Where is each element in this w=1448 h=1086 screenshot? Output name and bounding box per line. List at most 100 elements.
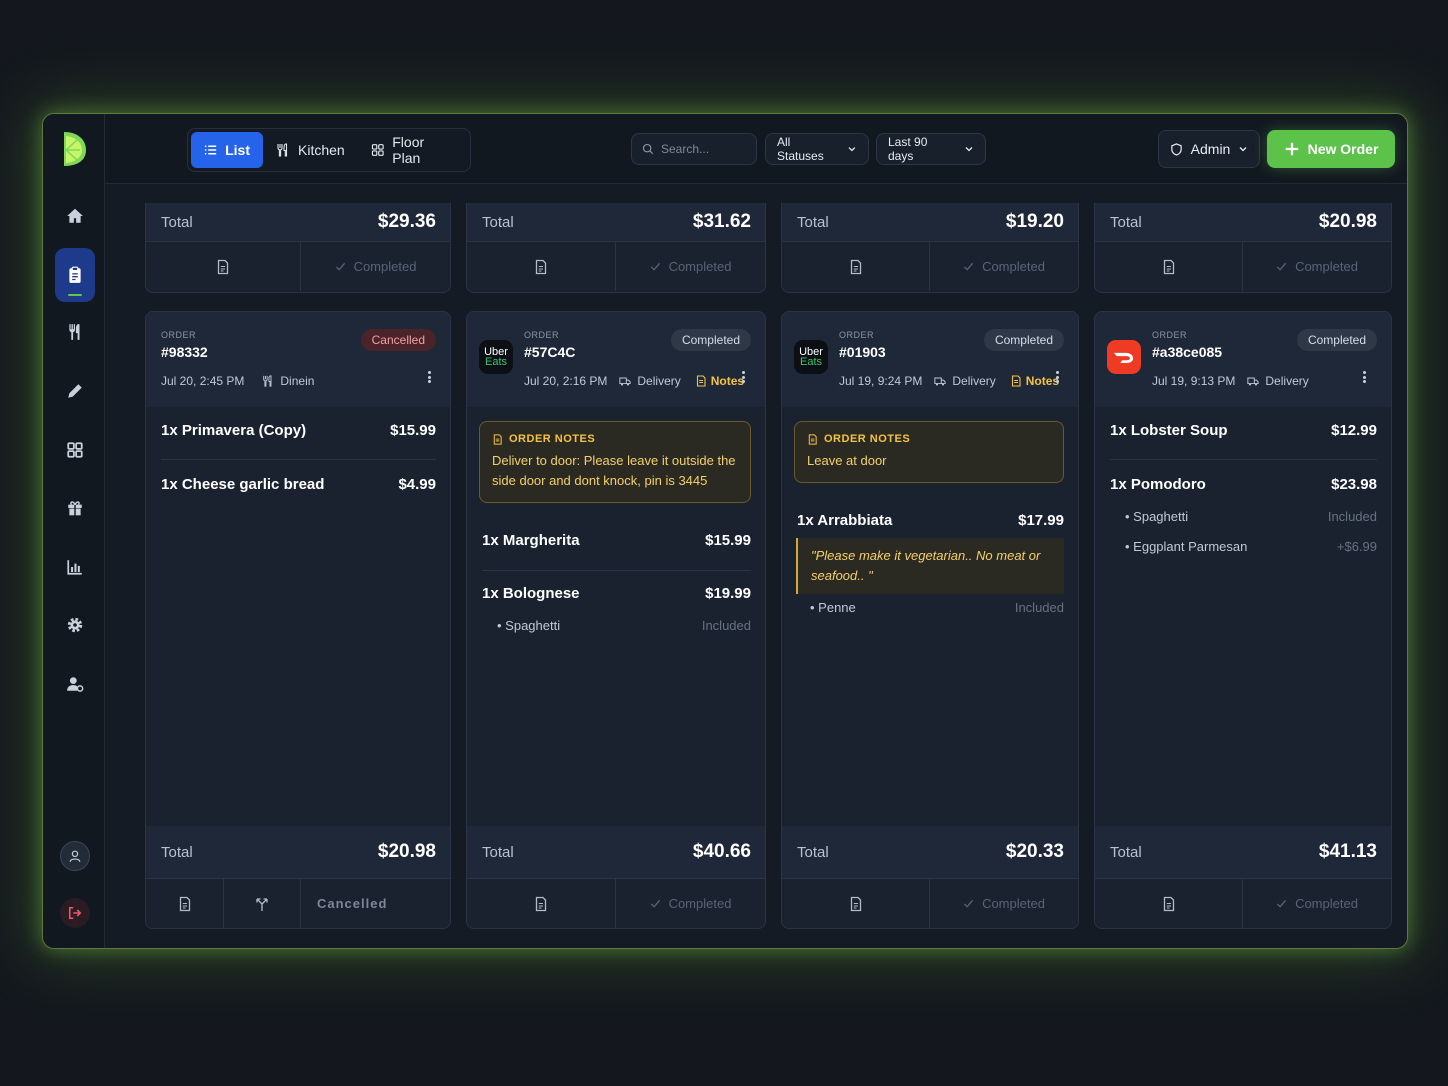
- card-actions: Completed: [467, 878, 765, 928]
- status-button[interactable]: Completed: [930, 879, 1078, 928]
- receipt-button[interactable]: [1095, 242, 1243, 291]
- item-name: 1x Bolognese: [482, 585, 580, 602]
- more-options-button[interactable]: [1052, 369, 1062, 385]
- item-name: 1x Arrabbiata: [797, 512, 893, 529]
- total-row: Total $31.62: [467, 203, 765, 241]
- notes-indicator[interactable]: Notes: [695, 374, 744, 388]
- logout-icon: [68, 906, 82, 920]
- view-tabs: List Kitchen Floor Plan: [187, 128, 471, 172]
- total-amount: $41.13: [1318, 841, 1377, 862]
- status-button[interactable]: Completed: [616, 242, 765, 291]
- status-label: Completed: [1295, 896, 1358, 911]
- nav-orders[interactable]: [55, 248, 95, 302]
- status-filter-dropdown[interactable]: All Statuses: [765, 133, 869, 165]
- order-header: ORDER #a38ce085 Completed Jul 19, 9:13 P…: [1095, 312, 1391, 407]
- check-icon: [1276, 262, 1287, 271]
- grid-icon: [67, 442, 83, 458]
- nav-edit[interactable]: [55, 371, 95, 411]
- check-icon: [650, 262, 660, 271]
- chevron-down-icon: [965, 147, 973, 152]
- more-options-button[interactable]: [738, 369, 748, 385]
- receipt-button[interactable]: [146, 879, 224, 928]
- total-label: Total: [161, 843, 193, 861]
- order-meta: Jul 20, 2:45 PM Dinein: [161, 374, 314, 388]
- logout-button[interactable]: [60, 898, 90, 928]
- note-icon: [808, 433, 817, 445]
- total-amount: $29.36: [377, 211, 436, 232]
- status-button[interactable]: Completed: [616, 879, 765, 928]
- tab-kitchen[interactable]: Kitchen: [263, 132, 358, 168]
- status-button[interactable]: Completed: [301, 242, 450, 291]
- order-notes-text: Deliver to door: Please leave it outside…: [492, 453, 736, 488]
- order-card-top-2[interactable]: Total $31.62 Completed: [466, 203, 766, 293]
- receipt-button[interactable]: [782, 242, 930, 291]
- date-filter-dropdown[interactable]: Last 90 days: [876, 133, 986, 165]
- order-card[interactable]: Uber Eats ORDER #01903 Completed Jul 19,…: [781, 311, 1079, 929]
- role-dropdown[interactable]: Admin: [1158, 130, 1260, 168]
- total-amount: $19.20: [1005, 211, 1064, 232]
- chart-icon: [67, 560, 82, 575]
- split-button[interactable]: [224, 879, 301, 928]
- line-item: 1x Lobster Soup $12.99: [1110, 422, 1377, 439]
- nav-settings[interactable]: [55, 605, 95, 645]
- order-card-top-1[interactable]: Total $29.36 Completed: [145, 203, 451, 293]
- item-name: 1x Primavera (Copy): [161, 422, 307, 439]
- order-card-top-3[interactable]: Total $19.20 Completed: [781, 203, 1079, 293]
- receipt-button[interactable]: [467, 242, 616, 291]
- order-id: #98332: [161, 344, 208, 360]
- orders-board: Total $29.36 Completed Total $31.62 Comp…: [105, 185, 1407, 948]
- profile-avatar[interactable]: [60, 841, 90, 871]
- check-icon: [335, 262, 345, 271]
- tab-list[interactable]: List: [191, 132, 263, 168]
- order-card[interactable]: ORDER #a38ce085 Completed Jul 19, 9:13 P…: [1094, 311, 1392, 929]
- total-label: Total: [1110, 843, 1142, 861]
- search-input[interactable]: [661, 142, 741, 156]
- status-button[interactable]: Completed: [1243, 242, 1391, 291]
- tab-floor-plan[interactable]: Floor Plan: [358, 132, 467, 168]
- status-button[interactable]: Cancelled: [301, 879, 450, 928]
- nav-menu[interactable]: [55, 312, 95, 352]
- order-card[interactable]: ORDER #98332 Cancelled Jul 20, 2:45 PM D…: [145, 311, 451, 929]
- receipt-button[interactable]: [782, 879, 930, 928]
- modifier-price: +$6.99: [1336, 539, 1377, 554]
- nav-gifts[interactable]: [55, 488, 95, 528]
- item-price: $19.99: [705, 585, 751, 602]
- nav-home[interactable]: [55, 196, 95, 236]
- receipt-button[interactable]: [467, 879, 616, 928]
- status-filter-label: All Statuses: [777, 135, 824, 163]
- new-order-button[interactable]: New Order: [1267, 130, 1395, 168]
- divider: [1110, 459, 1377, 460]
- divider: [161, 459, 436, 460]
- check-icon: [963, 899, 974, 908]
- receipt-button[interactable]: [146, 242, 301, 291]
- nav-reports[interactable]: [55, 547, 95, 587]
- item-name: 1x Cheese garlic bread: [161, 476, 325, 493]
- status-button[interactable]: Completed: [1243, 879, 1391, 928]
- modifier-price: Included: [701, 618, 751, 633]
- search-box[interactable]: [631, 133, 757, 165]
- card-actions: Completed: [467, 241, 765, 291]
- item-name: 1x Lobster Soup: [1110, 422, 1228, 439]
- order-card[interactable]: Uber Eats ORDER #57C4C Completed Jul 20,…: [466, 311, 766, 929]
- order-time: Jul 20, 2:16 PM: [524, 374, 608, 388]
- status-button[interactable]: Completed: [930, 242, 1078, 291]
- receipt-icon: [850, 896, 861, 911]
- card-actions: Completed: [1095, 241, 1391, 291]
- nav-tables[interactable]: [55, 430, 95, 470]
- order-card-top-4[interactable]: Total $20.98 Completed: [1094, 203, 1392, 293]
- order-meta: Jul 19, 9:13 PM Delivery: [1152, 374, 1309, 388]
- total-amount: $20.33: [1005, 841, 1064, 862]
- sidebar: [43, 114, 105, 948]
- line-item: 1x Cheese garlic bread $4.99: [161, 476, 436, 493]
- role-label: Admin: [1190, 141, 1231, 157]
- list-icon: [204, 145, 217, 155]
- more-options-button[interactable]: [1359, 369, 1369, 385]
- order-notes-box: ORDER NOTES Deliver to door: Please leav…: [479, 421, 751, 503]
- modifier-price: Included: [1327, 509, 1377, 524]
- brand-line-2: Eats: [484, 356, 507, 368]
- receipt-button[interactable]: [1095, 879, 1243, 928]
- nav-staff[interactable]: [55, 664, 95, 704]
- more-options-button[interactable]: [424, 369, 434, 385]
- receipt-icon: [1163, 896, 1174, 911]
- card-actions: Cancelled: [146, 878, 450, 928]
